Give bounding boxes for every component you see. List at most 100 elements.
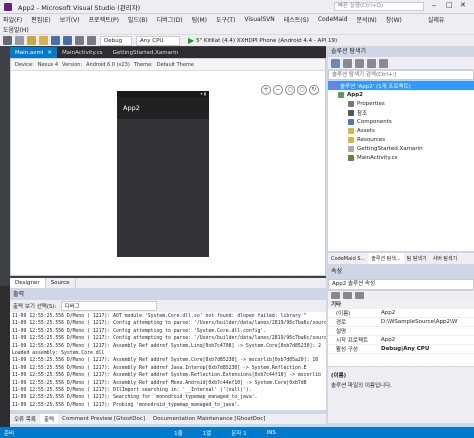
redo-icon[interactable] bbox=[87, 36, 96, 45]
menu-test[interactable]: 테스트(S) bbox=[284, 15, 309, 24]
tree-node-label: MainActivity.cs bbox=[357, 154, 398, 161]
tab-designer[interactable]: Designer bbox=[10, 278, 46, 288]
config-select[interactable]: Debug bbox=[100, 35, 132, 46]
tree-node-properties[interactable]: Properties bbox=[328, 99, 474, 108]
open-icon[interactable] bbox=[39, 36, 48, 45]
refresh-icon[interactable]: ↻ bbox=[309, 85, 319, 95]
tree-node-references[interactable]: 참조 bbox=[328, 108, 474, 117]
platform-select[interactable]: Any CPU bbox=[136, 35, 180, 46]
tab-output[interactable]: 출력 bbox=[40, 414, 59, 424]
phone-preview[interactable]: ▾ ▮ App2 bbox=[117, 91, 209, 257]
property-row[interactable]: 설명 bbox=[328, 327, 474, 336]
tree-node-resources[interactable]: Resources bbox=[328, 135, 474, 144]
menu-codemaid[interactable]: CodeMaid bbox=[318, 16, 348, 23]
menu-help[interactable]: 도움말(H) bbox=[3, 25, 29, 34]
menu-debug[interactable]: 디버그(D) bbox=[157, 15, 183, 24]
tree-node-mainactivity[interactable]: MainActivity.cs bbox=[328, 153, 474, 162]
save-icon[interactable] bbox=[51, 36, 60, 45]
tab-gettingstarted[interactable]: GettingStarted.Xamarin bbox=[108, 47, 184, 58]
properties-object-select[interactable]: App2 솔루션 속성 bbox=[328, 279, 474, 290]
zoom-fit-icon[interactable]: ○ bbox=[285, 85, 295, 95]
user-name[interactable]: 실제유 bbox=[428, 15, 445, 24]
run-target-label[interactable]: 5" KitKat (4.4) XXHDPI Phone (Android 4.… bbox=[196, 38, 337, 44]
tab-solution-explorer[interactable]: 솔루션 탐색... bbox=[368, 253, 404, 264]
tab-main-axml[interactable]: Main.axml ✕ bbox=[10, 47, 57, 58]
back-icon[interactable] bbox=[3, 36, 12, 45]
run-icon[interactable]: ▶ bbox=[188, 36, 194, 45]
tree-node-gettingstarted[interactable]: GettingStarted.Xamarin bbox=[328, 144, 474, 153]
menu-view[interactable]: 보기(V) bbox=[60, 15, 80, 24]
tree-node-solution[interactable]: 솔루션 'App2' (1개 프로젝트) bbox=[328, 81, 474, 90]
tab-label: MainActivity.cs bbox=[62, 49, 103, 56]
output-source-value: 디버그 bbox=[64, 304, 80, 310]
menu-analyze[interactable]: 분석(N) bbox=[357, 15, 377, 24]
tab-mainactivity[interactable]: MainActivity.cs bbox=[57, 47, 108, 58]
categorized-icon[interactable] bbox=[331, 292, 340, 299]
output-header: 출력 bbox=[10, 289, 326, 300]
wrench-icon bbox=[348, 100, 354, 107]
theme-select[interactable]: Default Theme bbox=[157, 62, 194, 68]
tab-server-explorer[interactable]: 서버 탐색기 bbox=[430, 253, 461, 264]
property-pages-icon[interactable] bbox=[355, 292, 364, 299]
file-icon bbox=[348, 145, 354, 152]
property-value: App2 bbox=[381, 337, 396, 343]
solution-tree: 솔루션 'App2' (1개 프로젝트) App2 Properties 참조 … bbox=[328, 81, 474, 251]
device-label: Device: bbox=[15, 61, 34, 68]
maximize-button[interactable]: □ bbox=[446, 1, 453, 9]
output-text[interactable]: 11-09 12:55:25.556 D/Mono ( 1217): AOT m… bbox=[10, 312, 326, 410]
zoom-in-icon[interactable]: + bbox=[261, 85, 271, 95]
menu-project[interactable]: 프로젝트(P) bbox=[89, 15, 119, 24]
sync-icon[interactable] bbox=[343, 58, 352, 68]
property-row[interactable]: 경로 D:\WSampleSource\App2\W bbox=[328, 318, 474, 327]
menu-build[interactable]: 빌드(B) bbox=[128, 15, 148, 24]
menu-visualsvn[interactable]: VisualSVN bbox=[244, 16, 274, 23]
solution-search-input[interactable]: 솔루션 탐색기 검색(Ctrl+;) bbox=[328, 70, 474, 80]
folder-icon bbox=[348, 136, 354, 143]
output-source-select[interactable]: 디버그 bbox=[60, 301, 157, 311]
version-select[interactable]: Android 6.0 (v23) bbox=[86, 62, 130, 68]
tree-node-label: Resources bbox=[357, 136, 386, 143]
property-row[interactable]: 시작 프로젝트 App2 bbox=[328, 336, 474, 345]
tab-error-list[interactable]: 오류 목록 bbox=[10, 414, 40, 424]
home-icon[interactable] bbox=[331, 58, 340, 68]
new-project-icon[interactable] bbox=[27, 36, 36, 45]
tree-node-assets[interactable]: Assets bbox=[328, 126, 474, 135]
collapse-all-icon[interactable] bbox=[367, 58, 376, 68]
property-name: 설명 bbox=[336, 329, 347, 335]
menu-file[interactable]: 파일(F) bbox=[3, 15, 22, 24]
device-select[interactable]: Nexus 4 bbox=[38, 62, 58, 68]
tab-codemaid[interactable]: CodeMaid S... bbox=[328, 253, 368, 264]
minimize-button[interactable]: – bbox=[432, 1, 436, 10]
menu-tools[interactable]: 도구(T) bbox=[216, 15, 235, 24]
alphabetical-icon[interactable] bbox=[343, 292, 352, 299]
title-bar: App2 - Microsoft Visual Studio (관리자) 빠른 … bbox=[0, 0, 474, 14]
close-tab-icon[interactable]: ✕ bbox=[47, 50, 52, 56]
property-name: 시작 프로젝트 bbox=[336, 338, 369, 344]
property-row[interactable]: 활성 구성 Debug|Any CPU bbox=[328, 345, 474, 354]
device-bar: Device: Nexus 4 Version: Android 6.0 (v2… bbox=[11, 59, 325, 71]
tree-node-components[interactable]: Components bbox=[328, 117, 474, 126]
save-all-icon[interactable] bbox=[63, 36, 72, 45]
properties-icon[interactable] bbox=[379, 58, 388, 68]
tab-documentation-maintenance[interactable]: Documentation Maintenance [GhostDoc] bbox=[149, 414, 269, 424]
forward-icon[interactable] bbox=[15, 36, 24, 45]
refresh-icon[interactable] bbox=[355, 58, 364, 68]
property-category[interactable]: 기타 bbox=[328, 300, 474, 309]
tab-source[interactable]: Source bbox=[46, 278, 76, 288]
tab-comment-preview[interactable]: Comment Preview [GhostDoc] bbox=[58, 414, 149, 424]
undo-icon[interactable] bbox=[75, 36, 84, 45]
menu-window[interactable]: 창(W) bbox=[386, 15, 402, 24]
property-row[interactable]: (이름) App2 bbox=[328, 309, 474, 318]
status-col: 1열 bbox=[202, 430, 212, 437]
output-line: 11-09 12:55:25.556 D/Mono ( 1217): Probi… bbox=[12, 402, 241, 408]
solution-explorer-header: 솔루션 탐색기 bbox=[328, 46, 474, 57]
zoom-out-icon[interactable]: − bbox=[273, 85, 283, 95]
tree-node-project[interactable]: App2 bbox=[328, 90, 474, 99]
menu-edit[interactable]: 편집(E) bbox=[31, 15, 51, 24]
zoom-actual-icon[interactable]: ○ bbox=[297, 85, 307, 95]
tab-team-explorer[interactable]: 팀 탐색기 bbox=[404, 253, 430, 264]
theme-label: Theme: bbox=[133, 61, 153, 68]
menu-team[interactable]: 팀(M) bbox=[192, 15, 207, 24]
quick-launch-input[interactable]: 빠른 실행(Ctrl+Q) bbox=[334, 2, 424, 11]
close-button[interactable]: ✕ bbox=[460, 1, 466, 9]
